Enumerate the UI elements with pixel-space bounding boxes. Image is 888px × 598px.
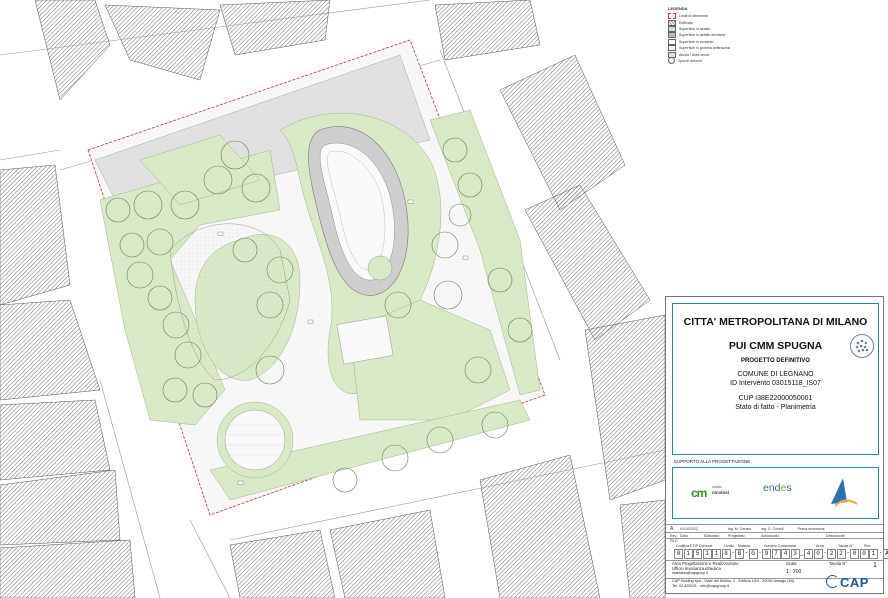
drawing-code: 0 1 5 1 1 8 - B - G - 9 7 4 3 _ 4 0 - 2 …	[674, 549, 888, 559]
tree-swatch	[668, 57, 675, 65]
title-box: CITTA' METROPOLITANA DI MILANO PUI CMM S…	[672, 303, 879, 455]
asphalt-swatch	[668, 25, 676, 32]
endes-logo: endes	[763, 482, 792, 494]
drawing-title: Stato di fatto - Planimetria	[735, 404, 816, 411]
drain-asphalt-swatch	[668, 32, 676, 39]
title-block: CITTA' METROPOLITANA DI MILANO PUI CMM S…	[665, 296, 888, 594]
sheet-number: 1	[873, 562, 877, 569]
intervention-id: ID Intervento 03015118_IS07	[730, 380, 821, 387]
legend: LEGENDA Limiti di intervento Edificato S…	[668, 6, 818, 65]
concrete-swatch	[668, 38, 676, 45]
dept-block: Area Progettazione e Realizzazione Uffic…	[672, 561, 739, 575]
sheet-label: Tavola N°	[829, 561, 847, 566]
program-title: PUI CMM SPUGNA	[728, 340, 823, 352]
rubber-swatch	[668, 45, 676, 52]
authority-title: CITTA' METROPOLITANA DI MILANO	[683, 316, 868, 328]
scale-label: Scala	[786, 561, 797, 566]
municipality: COMUNE DI LEGNANO	[737, 371, 814, 378]
buildings-swatch	[668, 19, 676, 26]
legend-title: LEGENDA	[668, 6, 688, 11]
company-block: CAP Holding spa - Viale del Mulino, 2 - …	[672, 579, 795, 588]
metropolitan-seal-icon	[850, 334, 874, 358]
studio-nicolosi-logo: cm studio nicolosi	[691, 485, 730, 500]
cap-logo: CAP	[826, 575, 869, 590]
support-label: SUPPORTO ALLA PROGETTAZIONE	[674, 459, 751, 464]
boundary-swatch	[668, 13, 676, 20]
scale-value: 1 : 200	[786, 569, 802, 575]
cup-code: CUP I38E22000050001	[738, 395, 813, 402]
cap-logo-icon	[826, 575, 839, 588]
phase-title: PROGETTO DEFINITIVO	[741, 358, 810, 364]
support-logos: cm studio nicolosi endes	[672, 467, 879, 519]
legend-item: Specie arboree	[668, 57, 818, 65]
triangle-logo-icon	[831, 478, 858, 507]
